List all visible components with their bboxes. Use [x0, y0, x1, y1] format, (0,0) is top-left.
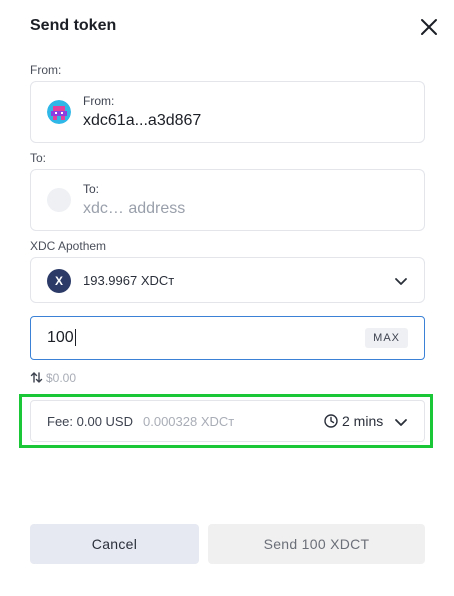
amount-input[interactable]: 100 MAX — [30, 316, 425, 360]
page-title: Send token — [30, 17, 117, 34]
max-button[interactable]: MAX — [365, 328, 408, 348]
to-address-placeholder[interactable]: xdc… address — [83, 200, 185, 218]
fee-time-estimate: 2 mins — [324, 413, 383, 429]
close-icon[interactable] — [419, 17, 439, 37]
swap-arrows-icon[interactable] — [30, 371, 43, 384]
send-button[interactable]: Send 100 XDCT — [208, 524, 425, 564]
cancel-button[interactable]: Cancel — [30, 524, 199, 564]
fee-chevron-down-icon — [395, 419, 407, 426]
amount-value: 100 — [47, 329, 74, 346]
fiat-value-row: $0.00 — [30, 371, 76, 385]
fee-selector[interactable]: Fee: 0.00 USD 0.000328 XDCт 2 mins — [30, 400, 425, 442]
from-section-label: From: — [30, 63, 62, 77]
fiat-value: $0.00 — [46, 371, 77, 385]
account-avatar-icon — [47, 100, 71, 124]
fee-native: 0.000328 XDCт — [143, 414, 235, 429]
network-label: XDC Apothem — [30, 239, 107, 253]
fee-usd: Fee: 0.00 USD — [47, 414, 133, 429]
from-inner-label: From: — [83, 94, 115, 108]
to-section-label: To: — [30, 151, 47, 165]
clock-icon — [324, 414, 338, 428]
recipient-avatar-placeholder — [47, 188, 71, 212]
to-inner-label: To: — [83, 182, 100, 196]
text-caret — [74, 329, 76, 347]
xdc-logo-icon: X — [47, 269, 71, 293]
to-address-field[interactable]: To: xdc… address — [30, 169, 425, 231]
from-address: xdc61a...a3d867 — [83, 112, 202, 129]
token-balance: 193.9967 XDCт — [83, 273, 175, 288]
token-select[interactable]: X 193.9967 XDCт — [30, 257, 425, 303]
fee-time-text: 2 mins — [342, 413, 384, 429]
chevron-down-icon — [395, 278, 407, 285]
from-account-box[interactable]: From: xdc61a...a3d867 — [30, 81, 425, 143]
